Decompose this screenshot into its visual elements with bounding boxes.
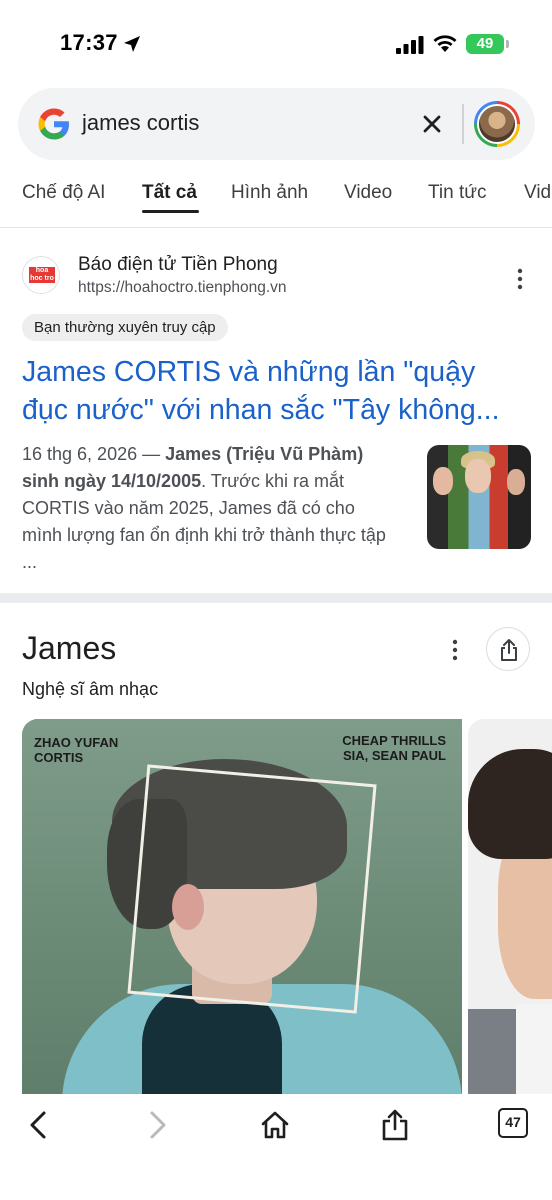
- search-box[interactable]: james cortis: [18, 88, 535, 160]
- frequently-visited-badge: Bạn thường xuyên truy cập: [22, 314, 228, 341]
- search-tabs: Chế độ AI Tất cả Hình ảnh Video Tin tức …: [0, 170, 552, 228]
- search-divider: [462, 104, 464, 144]
- image2-hair: [468, 749, 552, 859]
- caption-left-line2: CORTIS: [34, 750, 84, 765]
- site-url[interactable]: https://hoahoctro.tienphong.vn: [78, 279, 287, 297]
- knowledge-panel-image[interactable]: ZHAO YUFAN CORTIS CHEAP THRILLS SIA, SEA…: [22, 719, 462, 1094]
- active-tab-indicator: [142, 210, 199, 213]
- knowledge-panel-more-icon[interactable]: [443, 638, 467, 662]
- home-icon[interactable]: [258, 1108, 292, 1142]
- image-caption-right: CHEAP THRILLS SIA, SEAN PAUL: [342, 733, 446, 763]
- tab-video[interactable]: Video: [344, 182, 392, 204]
- browser-toolbar: 47: [0, 1094, 552, 1200]
- knowledge-panel-image-2[interactable]: [468, 719, 552, 1094]
- image-caption-left: ZHAO YUFAN CORTIS: [34, 735, 118, 765]
- snippet-date: 16 thg 6, 2026: [22, 444, 138, 464]
- tabs-icon[interactable]: 47: [498, 1108, 528, 1138]
- caption-right-line2: SIA, SEAN PAUL: [342, 748, 446, 763]
- battery-tip: [506, 40, 509, 48]
- tab-all[interactable]: Tất cả: [142, 182, 197, 204]
- google-logo-icon: [38, 108, 69, 140]
- tab-images[interactable]: Hình ảnh: [231, 182, 308, 204]
- signal-icon: [396, 36, 424, 54]
- tab-video-2[interactable]: Vid: [524, 182, 551, 204]
- more-options-icon[interactable]: [508, 267, 532, 291]
- location-arrow-icon: [124, 36, 140, 52]
- site-favicon: hoa hoc tro: [22, 256, 60, 294]
- status-bar: 17:37 49: [0, 0, 552, 92]
- image-frame-overlay: [127, 764, 377, 1014]
- search-result[interactable]: hoa hoc tro Báo điện tử Tiền Phong https…: [0, 229, 552, 591]
- thumb-person: [433, 467, 453, 495]
- share-icon: [501, 639, 517, 661]
- thumb-person-right: [507, 469, 525, 495]
- status-time: 17:37: [60, 30, 118, 55]
- snippet-dash: —: [137, 444, 166, 464]
- site-name[interactable]: Báo điện tử Tiền Phong: [78, 254, 278, 276]
- clear-icon[interactable]: [418, 110, 446, 138]
- caption-right-line1: CHEAP THRILLS: [342, 733, 446, 748]
- image2-collar: [516, 1004, 552, 1094]
- tab-ai-mode[interactable]: Chế độ AI: [22, 182, 105, 204]
- thumb-person-main: [465, 459, 491, 493]
- favicon-logo: hoa hoc tro: [29, 267, 55, 283]
- wifi-icon: [433, 35, 457, 52]
- result-thumbnail[interactable]: [427, 445, 531, 549]
- section-divider: [0, 593, 552, 603]
- caption-left-line1: ZHAO YUFAN: [34, 735, 119, 750]
- share-icon[interactable]: [378, 1108, 412, 1142]
- forward-icon[interactable]: [140, 1108, 174, 1142]
- search-input[interactable]: james cortis: [82, 110, 199, 136]
- battery-charging-icon: 49: [466, 34, 504, 54]
- knowledge-panel-share-button[interactable]: [486, 627, 530, 671]
- back-icon[interactable]: [22, 1108, 56, 1142]
- knowledge-panel-subtitle: Nghệ sĩ âm nhạc: [22, 679, 159, 699]
- result-snippet: 16 thg 6, 2026 — James (Triệu Vũ Phàm) s…: [22, 441, 397, 576]
- account-avatar[interactable]: [474, 101, 520, 147]
- avatar-photo: [477, 104, 517, 144]
- tab-news[interactable]: Tin tức: [428, 182, 486, 204]
- result-title-link[interactable]: James CORTIS và những lần "quậy đục nước…: [22, 353, 522, 429]
- knowledge-panel-title: James: [22, 630, 117, 666]
